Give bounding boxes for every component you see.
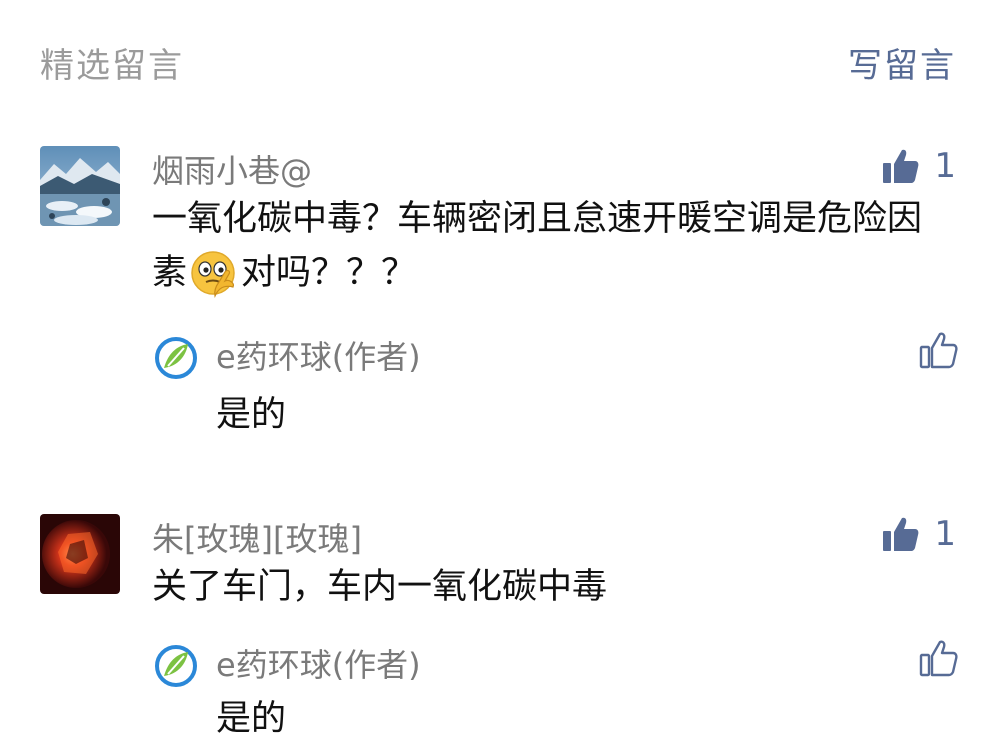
write-comment-link[interactable]: 写留言 (848, 38, 956, 87)
like-button[interactable]: 1 (880, 146, 956, 186)
comment-nickname: 烟雨小巷@ (152, 152, 313, 190)
like-count: 1 (934, 514, 956, 554)
thumb-up-icon (880, 146, 920, 186)
thinking-face-emoji (189, 249, 239, 299)
comment-text: 关了车门，车内一氧化碳中毒 (152, 567, 608, 607)
thumb-up-outline-icon (918, 638, 958, 678)
comment-nickname: 朱[玫瑰][玫瑰] (152, 520, 362, 558)
avatar[interactable] (40, 514, 120, 594)
comment-text: 一氧化碳中毒？车辆密闭且怠速开暖空调是危险因素 对吗？？？ (152, 192, 952, 300)
author-reply: e药环球(作者) 是的 (154, 640, 958, 739)
reply-like-button[interactable] (918, 330, 958, 370)
thumb-up-icon (880, 514, 920, 554)
reply-like-button[interactable] (918, 638, 958, 678)
reply-text: 是的 (216, 395, 287, 435)
comment-item: 烟雨小巷@ 1 一氧化碳中毒？车辆密闭且怠速开暖空调是危险因素 对吗？？？ e药… (40, 146, 958, 446)
avatar[interactable] (40, 146, 120, 226)
thumb-up-outline-icon (918, 330, 958, 370)
like-count: 1 (934, 146, 956, 186)
comment-item: 朱[玫瑰][玫瑰] 1 关了车门，车内一氧化碳中毒 e药环球(作者) 是的 (40, 514, 958, 739)
section-title: 精选留言 (40, 46, 184, 86)
author-avatar (154, 336, 198, 380)
reply-text: 是的 (216, 699, 287, 739)
reply-author: e药环球(作者) (216, 338, 421, 376)
like-button[interactable]: 1 (880, 514, 956, 554)
comments-header: 精选留言 写留言 (40, 38, 956, 88)
author-avatar (154, 644, 198, 688)
author-reply: e药环球(作者) 是的 (154, 332, 958, 436)
comment-text-part: 对吗？？？ (241, 253, 417, 293)
reply-author: e药环球(作者) (216, 646, 421, 684)
